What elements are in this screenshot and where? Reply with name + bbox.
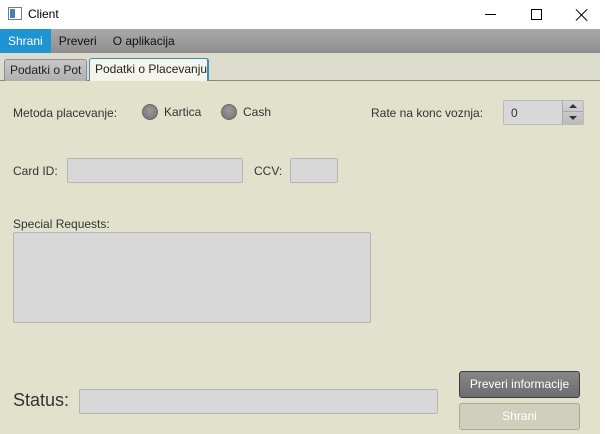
- ccv-label: CCV:: [254, 164, 283, 178]
- rate-spinner[interactable]: 0: [503, 100, 584, 125]
- payment-method-label: Metoda placevanje:: [13, 106, 118, 120]
- close-button[interactable]: [559, 0, 605, 29]
- radio-kartica[interactable]: Kartica: [142, 104, 201, 120]
- tab-podatki-o-pot[interactable]: Podatki o Pot: [4, 59, 87, 81]
- rate-spinner-value[interactable]: 0: [511, 106, 518, 120]
- radio-cash-label: Cash: [243, 105, 272, 119]
- radio-cash[interactable]: Cash: [221, 104, 271, 120]
- shrani-button[interactable]: Shrani: [459, 403, 580, 430]
- preveri-informacije-button[interactable]: Preveri informacije: [459, 371, 580, 398]
- close-icon: [576, 9, 588, 21]
- arrow-down-icon: [569, 115, 577, 120]
- minimize-icon: [484, 14, 496, 15]
- card-id-label: Card ID:: [13, 164, 58, 178]
- special-requests-label: Special Requests:: [13, 217, 110, 231]
- ccv-field[interactable]: [290, 158, 338, 183]
- spinner-decrement-button[interactable]: [563, 112, 583, 123]
- spinner-increment-button[interactable]: [563, 101, 583, 112]
- radio-button-icon: [221, 104, 237, 120]
- menu-item-o-aplikacija[interactable]: O aplikacija: [105, 29, 183, 53]
- special-requests-textarea[interactable]: [13, 232, 371, 323]
- window-title: Client: [28, 7, 59, 21]
- menu-item-preveri[interactable]: Preveri: [51, 29, 105, 53]
- maximize-button[interactable]: [513, 0, 559, 29]
- tab-strip: Podatki o Pot Podatki o Placevanju: [0, 53, 600, 82]
- app-window-icon: [8, 7, 22, 20]
- title-bar: Client: [0, 0, 605, 29]
- radio-button-icon: [142, 104, 158, 120]
- spinner-buttons: [562, 101, 583, 124]
- menu-bar: Shrani Preveri O aplikacija: [0, 29, 605, 53]
- status-label: Status:: [13, 390, 70, 410]
- menu-item-shrani[interactable]: Shrani: [0, 29, 51, 53]
- rate-label: Rate na konc voznja:: [371, 106, 484, 120]
- radio-kartica-label: Kartica: [164, 105, 202, 119]
- card-id-field[interactable]: [67, 158, 243, 183]
- tab-podatki-o-placevanju[interactable]: Podatki o Placevanju: [89, 58, 209, 82]
- status-field[interactable]: [79, 389, 438, 414]
- minimize-button[interactable]: [467, 0, 513, 29]
- window-edge: [600, 29, 605, 434]
- maximize-icon: [530, 9, 542, 20]
- arrow-up-icon: [569, 104, 577, 108]
